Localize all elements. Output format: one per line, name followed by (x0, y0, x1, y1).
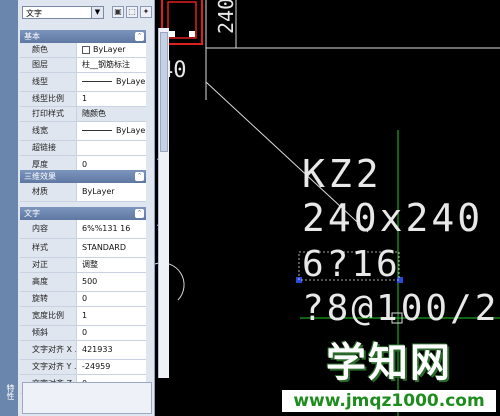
property-row-style[interactable]: 样式 STANDARD (20, 239, 146, 258)
property-value[interactable]: 1 (77, 307, 146, 325)
property-key: 内容 (20, 220, 77, 238)
property-key: 打印样式 (20, 107, 77, 121)
section-header-general[interactable]: 基本 ⌃ (20, 30, 146, 43)
property-row-linetype[interactable]: 线型 ByLayer (20, 73, 146, 92)
section-title: 基本 (24, 32, 40, 41)
property-value[interactable]: STANDARD (77, 239, 146, 257)
property-key: 文字对齐 Y ... (20, 360, 77, 374)
property-row-layer[interactable]: 图层 柱__钢筋标注 (20, 58, 146, 73)
property-value[interactable]: 6%%131 16 (77, 220, 146, 238)
property-row-align-y[interactable]: 文字对齐 Y ... -24959 (20, 360, 146, 375)
palette-toolbar: 文字 ▼ ▣ ⬚ ✦ (20, 4, 152, 22)
property-value[interactable]: ByLayer (77, 43, 146, 57)
property-key: 对正 (20, 258, 77, 272)
property-value[interactable]: 0 (77, 326, 146, 340)
properties-palette: 文字 ▼ ▣ ⬚ ✦ 基本 ⌃ 颜色 ByLayer 图层 柱__钢筋标注 线型… (18, 0, 169, 416)
section-title: 文字 (24, 209, 40, 218)
property-row-align-x[interactable]: 文字对齐 X ... 421933 (20, 341, 146, 360)
section-general: 基本 ⌃ 颜色 ByLayer 图层 柱__钢筋标注 线型 ByLayer 线型… (20, 30, 146, 175)
property-key: 超链接 (20, 141, 77, 155)
section-text: 文字 ⌃ 内容 6%%131 16 样式 STANDARD 对正 调整 高度 5… (20, 207, 146, 394)
color-swatch-icon (82, 45, 90, 54)
section-title: 三维效果 (24, 172, 56, 181)
dim-text-240-a: 240 (214, 0, 238, 34)
property-row-obliquing[interactable]: 倾斜 0 (20, 326, 146, 341)
palette-side-label: 特性 (6, 384, 15, 400)
property-value[interactable]: 调整 (77, 258, 146, 272)
property-row-rotation[interactable]: 旋转 0 (20, 292, 146, 307)
property-row-justify[interactable]: 对正 调整 (20, 258, 146, 273)
description-panel (22, 382, 152, 414)
property-row-linetype-scale[interactable]: 线型比例 1 (20, 92, 146, 107)
toggle-pickadd-button[interactable]: ▣ (112, 6, 124, 18)
property-key: 文字对齐 X ... (20, 341, 77, 359)
collapse-icon[interactable]: ⌃ (135, 32, 144, 41)
property-value[interactable]: 0 (77, 292, 146, 306)
property-row-color[interactable]: 颜色 ByLayer (20, 43, 146, 58)
select-objects-icon: ⬚ (128, 7, 136, 16)
rebar-corner (189, 31, 195, 37)
property-value[interactable]: 随颜色 (77, 107, 146, 121)
watermark-title: 学知网 (326, 340, 452, 386)
property-value[interactable] (77, 141, 146, 155)
property-row-plot-style[interactable]: 打印样式 随颜色 (20, 107, 146, 122)
property-key: 颜色 (20, 43, 77, 57)
property-value[interactable]: ByLayer (77, 183, 146, 201)
label-kz2: KZ2 (302, 152, 383, 196)
scrollbar-thumb[interactable] (160, 32, 168, 152)
watermark-url: www.jmqz1000.com (282, 390, 496, 412)
section-header-text[interactable]: 文字 ⌃ (20, 207, 146, 220)
collapse-icon[interactable]: ⌃ (135, 209, 144, 218)
label-dimensions: 240x240 (302, 196, 484, 240)
property-row-contents[interactable]: 内容 6%%131 16 (20, 220, 146, 239)
watermark: 学知网 www.jmqz1000.com (282, 338, 496, 414)
property-value[interactable]: 柱__钢筋标注 (77, 58, 146, 72)
select-objects-button[interactable]: ⬚ (126, 6, 138, 18)
property-key: 线型 (20, 73, 77, 91)
lineweight-sample-icon (82, 130, 112, 131)
property-value[interactable]: ByLayer (77, 122, 146, 140)
chevron-down-icon: ▼ (91, 7, 103, 18)
label-rebar: 6?16 (302, 244, 401, 285)
property-key: 线型比例 (20, 92, 77, 106)
property-value[interactable]: 500 (77, 273, 146, 291)
property-key: 图层 (20, 58, 77, 72)
property-row-height[interactable]: 高度 500 (20, 273, 146, 292)
section-3d-effects: 三维效果 ⌃ 材质 ByLayer (20, 170, 146, 202)
label-stirrup: ?8@100/2 (302, 288, 500, 329)
object-type-value: 文字 (26, 9, 42, 18)
section-header-3d-effects[interactable]: 三维效果 ⌃ (20, 170, 146, 183)
property-value[interactable]: 421933 (77, 341, 146, 359)
collapse-icon[interactable]: ⌃ (135, 172, 144, 181)
property-key: 线宽 (20, 122, 77, 140)
property-row-lineweight[interactable]: 线宽 ByLayer (20, 122, 146, 141)
palette-title-strip[interactable]: 特性 (0, 0, 19, 416)
rebar-corner (169, 31, 175, 37)
property-value[interactable]: ByLayer (77, 73, 146, 91)
palette-scrollbar[interactable] (158, 28, 169, 378)
property-key: 宽度比例 (20, 307, 77, 325)
property-key: 样式 (20, 239, 77, 257)
property-value[interactable]: -24959 (77, 360, 146, 374)
quick-select-icon: ✦ (142, 7, 150, 16)
property-key: 倾斜 (20, 326, 77, 340)
property-row-material[interactable]: 材质 ByLayer (20, 183, 146, 202)
property-key: 高度 (20, 273, 77, 291)
property-key: 材质 (20, 183, 77, 201)
property-row-width-factor[interactable]: 宽度比例 1 (20, 307, 146, 326)
object-type-select[interactable]: 文字 ▼ (22, 6, 104, 19)
linetype-sample-icon (82, 81, 112, 82)
property-row-hyperlink[interactable]: 超链接 (20, 141, 146, 156)
pickadd-icon: ▣ (114, 7, 122, 16)
property-key: 旋转 (20, 292, 77, 306)
property-value[interactable]: 1 (77, 92, 146, 106)
quick-select-button[interactable]: ✦ (140, 6, 152, 18)
